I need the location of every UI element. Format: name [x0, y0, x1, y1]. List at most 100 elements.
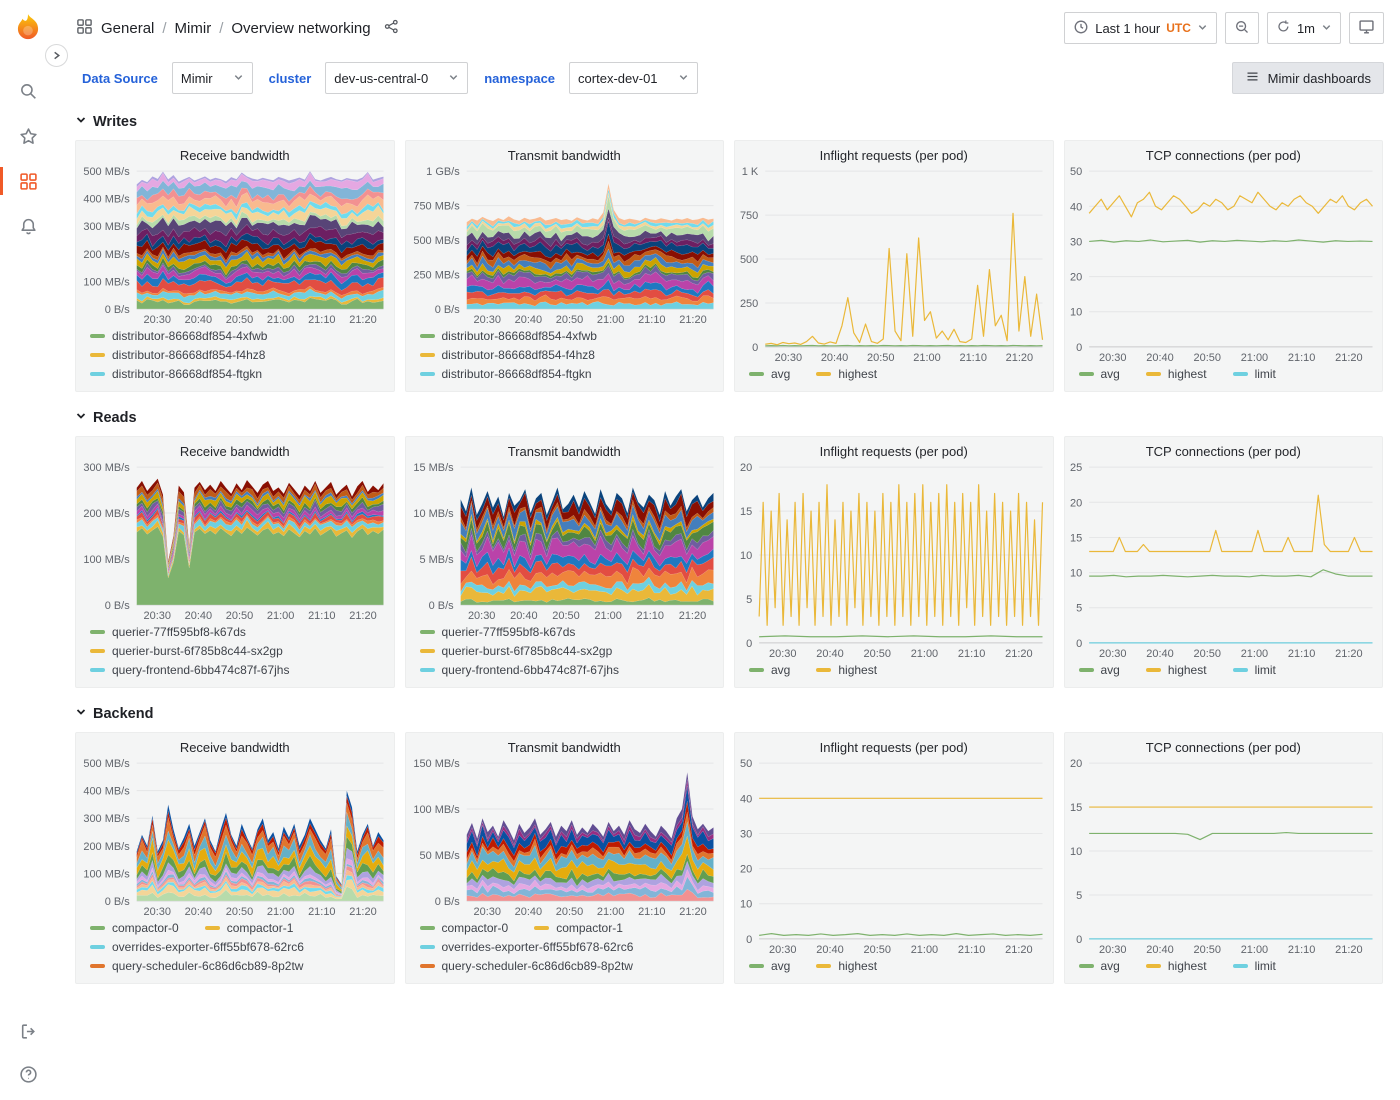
svg-text:21:10: 21:10: [638, 314, 665, 326]
svg-text:20:40: 20:40: [185, 314, 212, 326]
svg-text:20:50: 20:50: [226, 314, 253, 326]
time-picker-button[interactable]: Last 1 hour UTC: [1064, 12, 1217, 44]
svg-text:30: 30: [1069, 236, 1081, 248]
section-header-writes[interactable]: Writes: [75, 108, 1383, 136]
legend-label: limit: [1255, 959, 1276, 973]
svg-text:20:50: 20:50: [555, 314, 582, 326]
svg-text:20:30: 20:30: [144, 314, 171, 326]
sign-out-icon[interactable]: [0, 1022, 56, 1041]
legend-color-marker: [90, 668, 105, 672]
svg-text:500 MB/s: 500 MB/s: [83, 758, 130, 770]
legend-label: highest: [838, 367, 877, 381]
legend-item-avg[interactable]: avg: [749, 663, 790, 677]
legend-item-avg[interactable]: avg: [1079, 367, 1120, 381]
breadcrumb-dashboard[interactable]: Mimir: [175, 20, 212, 37]
legend-item-query-frontend-6bb474c87f-67jhs[interactable]: query-frontend-6bb474c87f-67jhs: [90, 663, 289, 677]
legend-item-distributor-86668df854-ftgkn[interactable]: distributor-86668df854-ftgkn: [420, 367, 592, 381]
sidebar-bottom: [0, 1022, 56, 1084]
variable-label-namespace[interactable]: namespace: [478, 67, 561, 90]
legend-item-highest[interactable]: highest: [1146, 367, 1207, 381]
chart-backend-tcp-connections: 0510152020:3020:4020:5021:0021:1021:20: [1065, 757, 1383, 957]
variable-select-datasource[interactable]: Mimir: [172, 62, 253, 94]
variable-select-cluster[interactable]: dev-us-central-0: [325, 62, 468, 94]
panel-title-reads-transmit-bandwidth[interactable]: Transmit bandwidth: [406, 437, 724, 461]
panel-title-writes-inflight-requests[interactable]: Inflight requests (per pod): [735, 141, 1053, 165]
legend-item-highest[interactable]: highest: [816, 663, 877, 677]
legend-item-querier-77ff595bf8-k67ds[interactable]: querier-77ff595bf8-k67ds: [420, 625, 576, 639]
svg-text:10: 10: [1069, 846, 1081, 858]
legend-item-avg[interactable]: avg: [749, 959, 790, 973]
legend-item-compactor-1[interactable]: compactor-1: [205, 921, 294, 935]
legend-item-highest[interactable]: highest: [1146, 959, 1207, 973]
svg-text:21:20: 21:20: [1005, 944, 1032, 956]
legend-item-highest[interactable]: highest: [816, 367, 877, 381]
legend-item-distributor-86668df854-4xfwb[interactable]: distributor-86668df854-4xfwb: [90, 329, 267, 343]
dashboards-icon[interactable]: [0, 172, 56, 191]
dashboard-header: General / Mimir / Overview networking La…: [56, 0, 1400, 56]
legend-item-avg[interactable]: avg: [1079, 959, 1120, 973]
svg-text:200 MB/s: 200 MB/s: [83, 249, 130, 261]
panel-title-backend-tcp-connections[interactable]: TCP connections (per pod): [1065, 733, 1383, 757]
section-header-reads[interactable]: Reads: [75, 404, 1383, 432]
svg-text:10: 10: [740, 550, 752, 562]
chart-writes-transmit-bandwidth: 0 B/s250 MB/s500 MB/s750 MB/s1 GB/s20:30…: [406, 165, 724, 327]
mimir-dashboards-button[interactable]: Mimir dashboards: [1232, 62, 1384, 94]
panel-title-reads-inflight-requests[interactable]: Inflight requests (per pod): [735, 437, 1053, 461]
panel-title-backend-inflight-requests[interactable]: Inflight requests (per pod): [735, 733, 1053, 757]
chart-reads-transmit-bandwidth: 0 B/s5 MB/s10 MB/s15 MB/s20:3020:4020:50…: [406, 461, 724, 623]
svg-text:40: 40: [740, 793, 752, 805]
legend-item-highest[interactable]: highest: [816, 959, 877, 973]
panel-title-reads-tcp-connections[interactable]: TCP connections (per pod): [1065, 437, 1383, 461]
breadcrumb-page[interactable]: Overview networking: [231, 20, 370, 37]
variable-cluster: cluster dev-us-central-0: [263, 62, 469, 94]
legend-item-query-scheduler-6c86d6cb89-8p2tw[interactable]: query-scheduler-6c86d6cb89-8p2tw: [420, 959, 633, 973]
legend-item-avg[interactable]: avg: [749, 367, 790, 381]
variable-label-cluster[interactable]: cluster: [263, 67, 318, 90]
legend-item-limit[interactable]: limit: [1233, 959, 1276, 973]
legend-item-distributor-86668df854-ftgkn[interactable]: distributor-86668df854-ftgkn: [90, 367, 262, 381]
legend-item-querier-burst-6f785b8c44-sx2gp[interactable]: querier-burst-6f785b8c44-sx2gp: [90, 644, 283, 658]
legend-item-distributor-86668df854-f4hz8[interactable]: distributor-86668df854-f4hz8: [90, 348, 265, 362]
svg-text:20:40: 20:40: [1146, 648, 1173, 660]
sidebar-expand-button[interactable]: [45, 44, 68, 67]
svg-text:0 B/s: 0 B/s: [105, 600, 131, 612]
refresh-button-group[interactable]: 1m: [1267, 12, 1341, 44]
panel-title-writes-transmit-bandwidth[interactable]: Transmit bandwidth: [406, 141, 724, 165]
panel-title-backend-receive-bandwidth[interactable]: Receive bandwidth: [76, 733, 394, 757]
section-header-backend[interactable]: Backend: [75, 700, 1383, 728]
legend-item-compactor-0[interactable]: compactor-0: [90, 921, 179, 935]
panel-title-writes-receive-bandwidth[interactable]: Receive bandwidth: [76, 141, 394, 165]
panel-title-writes-tcp-connections[interactable]: TCP connections (per pod): [1065, 141, 1383, 165]
refresh-icon: [1276, 19, 1291, 37]
legend-item-querier-77ff595bf8-k67ds[interactable]: querier-77ff595bf8-k67ds: [90, 625, 246, 639]
legend-item-query-scheduler-6c86d6cb89-8p2tw[interactable]: query-scheduler-6c86d6cb89-8p2tw: [90, 959, 303, 973]
help-icon[interactable]: [0, 1065, 56, 1084]
svg-text:20:40: 20:40: [185, 906, 212, 918]
legend-item-overrides-exporter-6ff55bf678-62rc6[interactable]: overrides-exporter-6ff55bf678-62rc6: [420, 940, 634, 954]
legend-item-query-frontend-6bb474c87f-67jhs[interactable]: query-frontend-6bb474c87f-67jhs: [420, 663, 619, 677]
breadcrumb-folder[interactable]: General: [101, 20, 154, 37]
chevron-down-icon: [75, 409, 87, 427]
legend-item-distributor-86668df854-4xfwb[interactable]: distributor-86668df854-4xfwb: [420, 329, 597, 343]
legend-item-avg[interactable]: avg: [1079, 663, 1120, 677]
variable-label-datasource[interactable]: Data Source: [76, 67, 164, 90]
legend-item-overrides-exporter-6ff55bf678-62rc6[interactable]: overrides-exporter-6ff55bf678-62rc6: [90, 940, 304, 954]
star-icon[interactable]: [0, 127, 56, 146]
legend-item-compactor-0[interactable]: compactor-0: [420, 921, 509, 935]
zoom-out-button[interactable]: [1225, 12, 1259, 44]
grafana-logo[interactable]: [11, 12, 45, 46]
legend-item-limit[interactable]: limit: [1233, 663, 1276, 677]
legend-item-limit[interactable]: limit: [1233, 367, 1276, 381]
panel-title-backend-transmit-bandwidth[interactable]: Transmit bandwidth: [406, 733, 724, 757]
search-icon[interactable]: [0, 82, 56, 101]
legend-item-highest[interactable]: highest: [1146, 663, 1207, 677]
cycle-view-button[interactable]: [1349, 12, 1384, 44]
svg-text:21:10: 21:10: [1287, 944, 1314, 956]
share-icon[interactable]: [383, 18, 400, 39]
variable-select-namespace[interactable]: cortex-dev-01: [569, 62, 697, 94]
legend-item-querier-burst-6f785b8c44-sx2gp[interactable]: querier-burst-6f785b8c44-sx2gp: [420, 644, 613, 658]
alerting-bell-icon[interactable]: [0, 217, 56, 236]
legend-item-distributor-86668df854-f4hz8[interactable]: distributor-86668df854-f4hz8: [420, 348, 595, 362]
panel-title-reads-receive-bandwidth[interactable]: Receive bandwidth: [76, 437, 394, 461]
legend-item-compactor-1[interactable]: compactor-1: [534, 921, 623, 935]
